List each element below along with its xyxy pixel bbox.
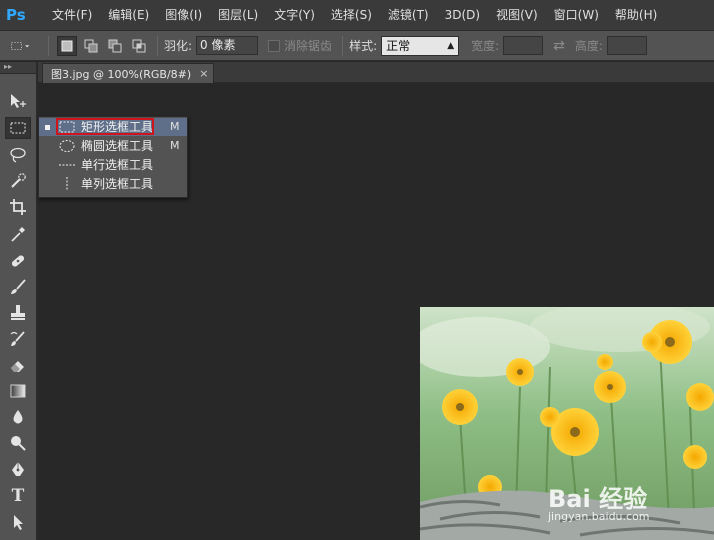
menu-view[interactable]: 视图(V) bbox=[490, 4, 544, 26]
new-selection-icon bbox=[61, 40, 73, 51]
path-select-icon bbox=[14, 515, 23, 530]
feather-input[interactable]: 0 像素 bbox=[196, 36, 259, 55]
flyout-item-label: 单列选框工具 bbox=[81, 177, 154, 191]
crop-icon bbox=[10, 199, 26, 215]
history-brush-icon bbox=[10, 331, 25, 346]
style-label: 样式: bbox=[349, 39, 378, 53]
menu-edit[interactable]: 编辑(E) bbox=[102, 4, 155, 26]
close-icon[interactable]: × bbox=[199, 67, 208, 80]
flyout-item-single-row-marquee[interactable]: 单行选框工具 bbox=[39, 156, 187, 174]
menu-type[interactable]: 文字(Y) bbox=[268, 4, 321, 26]
menu-select[interactable]: 选择(S) bbox=[325, 4, 378, 26]
path-select-tool[interactable] bbox=[5, 511, 31, 533]
swap-icon[interactable]: ⇄ bbox=[553, 38, 565, 54]
chevron-updown-icon: ▲ bbox=[447, 40, 455, 51]
subtract-selection-button[interactable] bbox=[105, 36, 125, 56]
divider bbox=[48, 35, 49, 56]
type-icon: T bbox=[11, 486, 25, 506]
flyout-item-shortcut: M bbox=[170, 139, 180, 152]
brush-icon bbox=[11, 279, 26, 294]
canvas-image[interactable]: Bai 经验 jingyan.baidu.com bbox=[420, 307, 714, 540]
annotation-highlight-box bbox=[56, 118, 154, 135]
healing-brush-icon bbox=[11, 255, 25, 267]
lasso-tool[interactable] bbox=[5, 144, 31, 166]
menu-bar: Ps 文件(F) 编辑(E) 图像(I) 图层(L) 文字(Y) 选择(S) 滤… bbox=[0, 0, 714, 30]
flyout-item-label: 椭圆选框工具 bbox=[81, 139, 154, 153]
quick-select-icon bbox=[11, 173, 26, 188]
quick-select-tool[interactable] bbox=[5, 170, 31, 192]
eraser-icon bbox=[11, 361, 24, 372]
ellipse-marquee-icon bbox=[59, 140, 75, 152]
dodge-tool[interactable] bbox=[5, 432, 31, 454]
flyout-item-ellipse-marquee[interactable]: 椭圆选框工具 M bbox=[39, 137, 187, 155]
move-icon bbox=[11, 94, 26, 108]
menu-items: 文件(F) 编辑(E) 图像(I) 图层(L) 文字(Y) 选择(S) 滤镜(T… bbox=[46, 4, 667, 26]
eyedropper-icon bbox=[11, 227, 25, 242]
flyout-item-single-column-marquee[interactable]: 单列选框工具 bbox=[39, 175, 187, 193]
menu-filter[interactable]: 滤镜(T) bbox=[382, 4, 435, 26]
blur-icon bbox=[13, 410, 23, 424]
clone-stamp-icon bbox=[11, 305, 25, 320]
menu-file[interactable]: 文件(F) bbox=[46, 4, 98, 26]
divider bbox=[342, 35, 344, 56]
pen-tool[interactable] bbox=[5, 459, 31, 481]
subtract-selection-icon bbox=[108, 39, 122, 52]
dodge-icon bbox=[11, 436, 26, 451]
add-selection-icon bbox=[84, 39, 98, 52]
watermark-url: jingyan.baidu.com bbox=[548, 510, 650, 523]
menu-help[interactable]: 帮助(H) bbox=[609, 4, 663, 26]
document-tab[interactable]: 图3.jpg @ 100%(RGB/8#) × bbox=[42, 63, 214, 83]
add-selection-button[interactable] bbox=[81, 36, 101, 56]
pen-icon bbox=[12, 462, 24, 476]
marquee-tool[interactable] bbox=[5, 117, 31, 139]
history-brush-tool[interactable] bbox=[5, 328, 31, 350]
lasso-icon bbox=[10, 147, 26, 163]
marquee-flyout-menu: 矩形选框工具 M 椭圆选框工具 M 单行选框工具 单列选框工具 bbox=[38, 116, 188, 198]
width-input[interactable] bbox=[503, 36, 544, 55]
healing-brush-tool[interactable] bbox=[5, 250, 31, 272]
menu-image[interactable]: 图像(I) bbox=[159, 4, 208, 26]
width-label: 宽度: bbox=[471, 39, 500, 53]
brush-tool[interactable] bbox=[5, 276, 31, 298]
eraser-tool[interactable] bbox=[5, 354, 31, 376]
options-bar: 羽化: 0 像素 消除锯齿 样式: 正常 ▲ 宽度: ⇄ 高度: bbox=[0, 30, 714, 61]
watermark-brand: Bai 经验 bbox=[548, 485, 648, 513]
tool-preset-picker[interactable] bbox=[10, 36, 30, 56]
style-select[interactable]: 正常 ▲ bbox=[381, 35, 460, 56]
antialias-label: 消除锯齿 bbox=[284, 39, 333, 53]
tools-panel: ▸▸ T bbox=[0, 62, 37, 540]
clone-stamp-tool[interactable] bbox=[5, 302, 31, 324]
antialias-checkbox[interactable] bbox=[268, 39, 281, 52]
feather-label: 羽化: bbox=[164, 39, 193, 53]
intersect-selection-icon bbox=[132, 39, 146, 52]
style-select-value: 正常 bbox=[386, 38, 411, 53]
menu-window[interactable]: 窗口(W) bbox=[548, 4, 605, 26]
divider bbox=[157, 35, 158, 56]
document-tab-title: 图3.jpg @ 100%(RGB/8#) bbox=[51, 67, 192, 81]
single-column-marquee-icon bbox=[66, 177, 68, 191]
selected-bullet-icon bbox=[45, 125, 50, 130]
rect-marquee-icon bbox=[10, 122, 26, 134]
app-logo: Ps bbox=[6, 6, 26, 24]
move-tool[interactable] bbox=[5, 90, 31, 112]
gradient-icon bbox=[10, 384, 26, 398]
menu-layer[interactable]: 图层(L) bbox=[212, 4, 264, 26]
height-label: 高度: bbox=[574, 39, 603, 53]
menu-3d[interactable]: 3D(D) bbox=[439, 4, 486, 26]
single-row-marquee-icon bbox=[59, 164, 75, 166]
type-tool[interactable]: T bbox=[5, 485, 31, 507]
gradient-tool[interactable] bbox=[5, 380, 31, 402]
flyout-item-label: 单行选框工具 bbox=[81, 158, 154, 172]
eyedropper-tool[interactable] bbox=[5, 223, 31, 245]
rect-marquee-icon bbox=[11, 41, 30, 50]
height-input[interactable] bbox=[606, 36, 647, 55]
intersect-selection-button[interactable] bbox=[129, 36, 149, 56]
new-selection-button[interactable] bbox=[57, 35, 77, 56]
document-tab-bar: 图3.jpg @ 100%(RGB/8#) × bbox=[38, 62, 714, 83]
flyout-item-shortcut: M bbox=[170, 120, 180, 133]
blur-tool[interactable] bbox=[5, 406, 31, 428]
panel-collapse-handle[interactable]: ▸▸ bbox=[0, 62, 36, 74]
crop-tool[interactable] bbox=[5, 196, 31, 218]
